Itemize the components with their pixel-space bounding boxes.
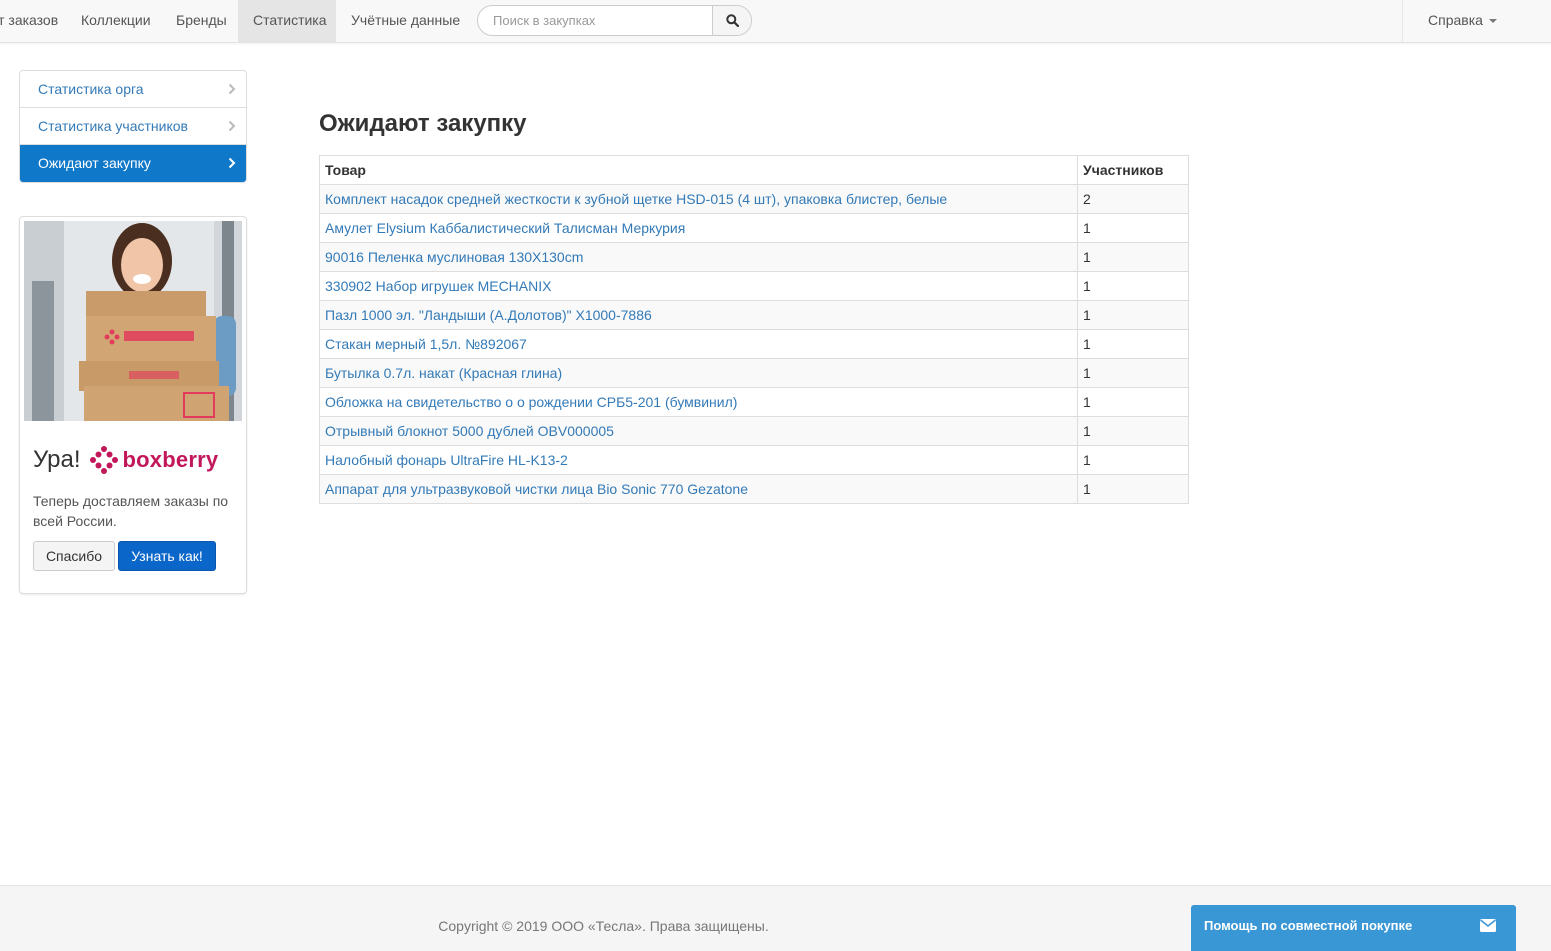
participants-count: 1 — [1077, 300, 1189, 330]
promo-headline-text: Ура! — [33, 446, 81, 473]
table-row: Комплект насадок средней жесткости к зуб… — [319, 184, 1189, 214]
help-dropdown[interactable]: Справка — [1414, 0, 1511, 42]
participants-count: 1 — [1077, 416, 1189, 446]
product-link[interactable]: Аппарат для ультразвуковой чистки лица B… — [325, 481, 748, 497]
column-header-participants: Участников — [1077, 155, 1189, 185]
caret-down-icon — [1488, 19, 1497, 24]
search-input[interactable] — [478, 6, 713, 35]
promo-image — [24, 221, 242, 421]
participants-count: 1 — [1077, 271, 1189, 301]
nav-item-brands[interactable]: Бренды — [161, 0, 242, 42]
table-row: Обложка на свидетельство о о рождении СР… — [319, 387, 1189, 417]
product-link[interactable]: 330902 Набор игрушек MECHANIX — [325, 278, 551, 294]
help-dropdown-label: Справка — [1428, 12, 1483, 28]
product-link[interactable]: 90016 Пеленка муслиновая 130Х130cm — [325, 249, 583, 265]
top-navbar: Ждут заказов Коллекции Бренды Статистика… — [0, 0, 1551, 43]
product-link[interactable]: Бутылка 0.7л. накат (Красная глина) — [325, 365, 562, 381]
nav-item-waiting-orders[interactable]: Ждут заказов — [0, 0, 73, 42]
table-row: Амулет Elysium Каббалистический Талисман… — [319, 213, 1189, 243]
promo-brand-name: boxberry — [122, 447, 219, 472]
participants-count: 1 — [1077, 387, 1189, 417]
column-header-product: Товар — [319, 155, 1078, 185]
nav-item-account[interactable]: Учётные данные — [336, 0, 475, 42]
product-cell: Амулет Elysium Каббалистический Талисман… — [319, 213, 1078, 243]
product-link[interactable]: Отрывный блокнот 5000 дублей OBV000005 — [325, 423, 614, 439]
product-cell: Комплект насадок средней жесткости к зуб… — [319, 184, 1078, 214]
product-cell: 90016 Пеленка муслиновая 130Х130cm — [319, 242, 1078, 272]
table-row: Бутылка 0.7л. накат (Красная глина) 1 — [319, 358, 1189, 388]
table-row: Стакан мерный 1,5л. №892067 1 — [319, 329, 1189, 359]
participants-count: 1 — [1077, 329, 1189, 359]
chevron-right-icon — [228, 71, 236, 107]
product-cell: Бутылка 0.7л. накат (Красная глина) — [319, 358, 1078, 388]
promo-description: Теперь доставляем заказы по всей России. — [33, 493, 229, 529]
table-row: Налобный фонарь UltraFire HL-K13-2 1 — [319, 445, 1189, 475]
sidebar-menu: Статистика орга Статистика участников Ож… — [19, 70, 247, 183]
learn-how-button[interactable]: Узнать как! — [118, 541, 216, 571]
sidebar-item-participant-stats[interactable]: Статистика участников — [20, 108, 246, 145]
product-link[interactable]: Налобный фонарь UltraFire HL-K13-2 — [325, 452, 568, 468]
nav-item-collections[interactable]: Коллекции — [66, 0, 166, 42]
page-title: Ожидают закупку — [319, 110, 527, 137]
participants-count: 1 — [1077, 213, 1189, 243]
sidebar-item-org-stats[interactable]: Статистика орга — [20, 71, 246, 108]
participants-count: 2 — [1077, 184, 1189, 214]
participants-count: 1 — [1077, 474, 1189, 504]
product-cell: Отрывный блокнот 5000 дублей OBV000005 — [319, 416, 1078, 446]
product-link[interactable]: Амулет Elysium Каббалистический Талисман… — [325, 220, 685, 236]
copyright-text: Copyright © 2019 ООО «Тесла». Права защи… — [438, 918, 769, 934]
table-row: 330902 Набор игрушек MECHANIX 1 — [319, 271, 1189, 301]
search-box — [477, 5, 752, 36]
boxberry-logo-icon — [89, 446, 118, 474]
nav-divider — [1402, 0, 1403, 42]
table-row: Отрывный блокнот 5000 дублей OBV000005 1 — [319, 416, 1189, 446]
thanks-button[interactable]: Спасибо — [33, 541, 115, 571]
product-cell: Аппарат для ультразвуковой чистки лица B… — [319, 474, 1078, 504]
participants-count: 1 — [1077, 445, 1189, 475]
sidebar-item-awaiting-purchase[interactable]: Ожидают закупку — [20, 145, 246, 182]
product-cell: 330902 Набор игрушек MECHANIX — [319, 271, 1078, 301]
product-link[interactable]: Пазл 1000 эл. "Ландыши (А.Долотов)" Х100… — [325, 307, 652, 323]
chevron-right-icon — [228, 145, 236, 181]
sidebar-item-label: Статистика участников — [38, 118, 188, 134]
sidebar-item-label: Статистика орга — [38, 81, 144, 97]
participants-count: 1 — [1077, 358, 1189, 388]
participants-count: 1 — [1077, 242, 1189, 272]
table-body: Комплект насадок средней жесткости к зуб… — [319, 184, 1189, 504]
product-cell: Обложка на свидетельство о о рождении СР… — [319, 387, 1078, 417]
product-cell: Налобный фонарь UltraFire HL-K13-2 — [319, 445, 1078, 475]
table-row: Аппарат для ультразвуковой чистки лица B… — [319, 474, 1189, 504]
chevron-right-icon — [228, 108, 236, 144]
help-widget-label: Помощь по совместной покупке — [1204, 918, 1413, 933]
help-widget[interactable]: Помощь по совместной покупке — [1191, 905, 1516, 951]
table-row: Пазл 1000 эл. "Ландыши (А.Долотов)" Х100… — [319, 300, 1189, 330]
table-header-row: Товар Участников — [319, 155, 1189, 185]
search-button[interactable] — [712, 6, 751, 35]
table-row: 90016 Пеленка муслиновая 130Х130cm 1 — [319, 242, 1189, 272]
awaiting-purchase-table: Товар Участников Комплект насадок средне… — [319, 155, 1189, 504]
search-icon — [725, 14, 739, 27]
envelope-icon — [1480, 919, 1496, 932]
boxberry-promo-card: Ура! boxberry Теперь доставляем заказы п… — [19, 216, 247, 594]
product-link[interactable]: Комплект насадок средней жесткости к зуб… — [325, 191, 947, 207]
product-cell: Стакан мерный 1,5л. №892067 — [319, 329, 1078, 359]
product-cell: Пазл 1000 эл. "Ландыши (А.Долотов)" Х100… — [319, 300, 1078, 330]
nav-item-statistics[interactable]: Статистика — [238, 0, 336, 42]
sidebar-item-label: Ожидают закупку — [38, 155, 151, 171]
promo-headline: Ура! boxberry — [33, 445, 218, 475]
product-link[interactable]: Стакан мерный 1,5л. №892067 — [325, 336, 527, 352]
product-link[interactable]: Обложка на свидетельство о о рождении СР… — [325, 394, 737, 410]
